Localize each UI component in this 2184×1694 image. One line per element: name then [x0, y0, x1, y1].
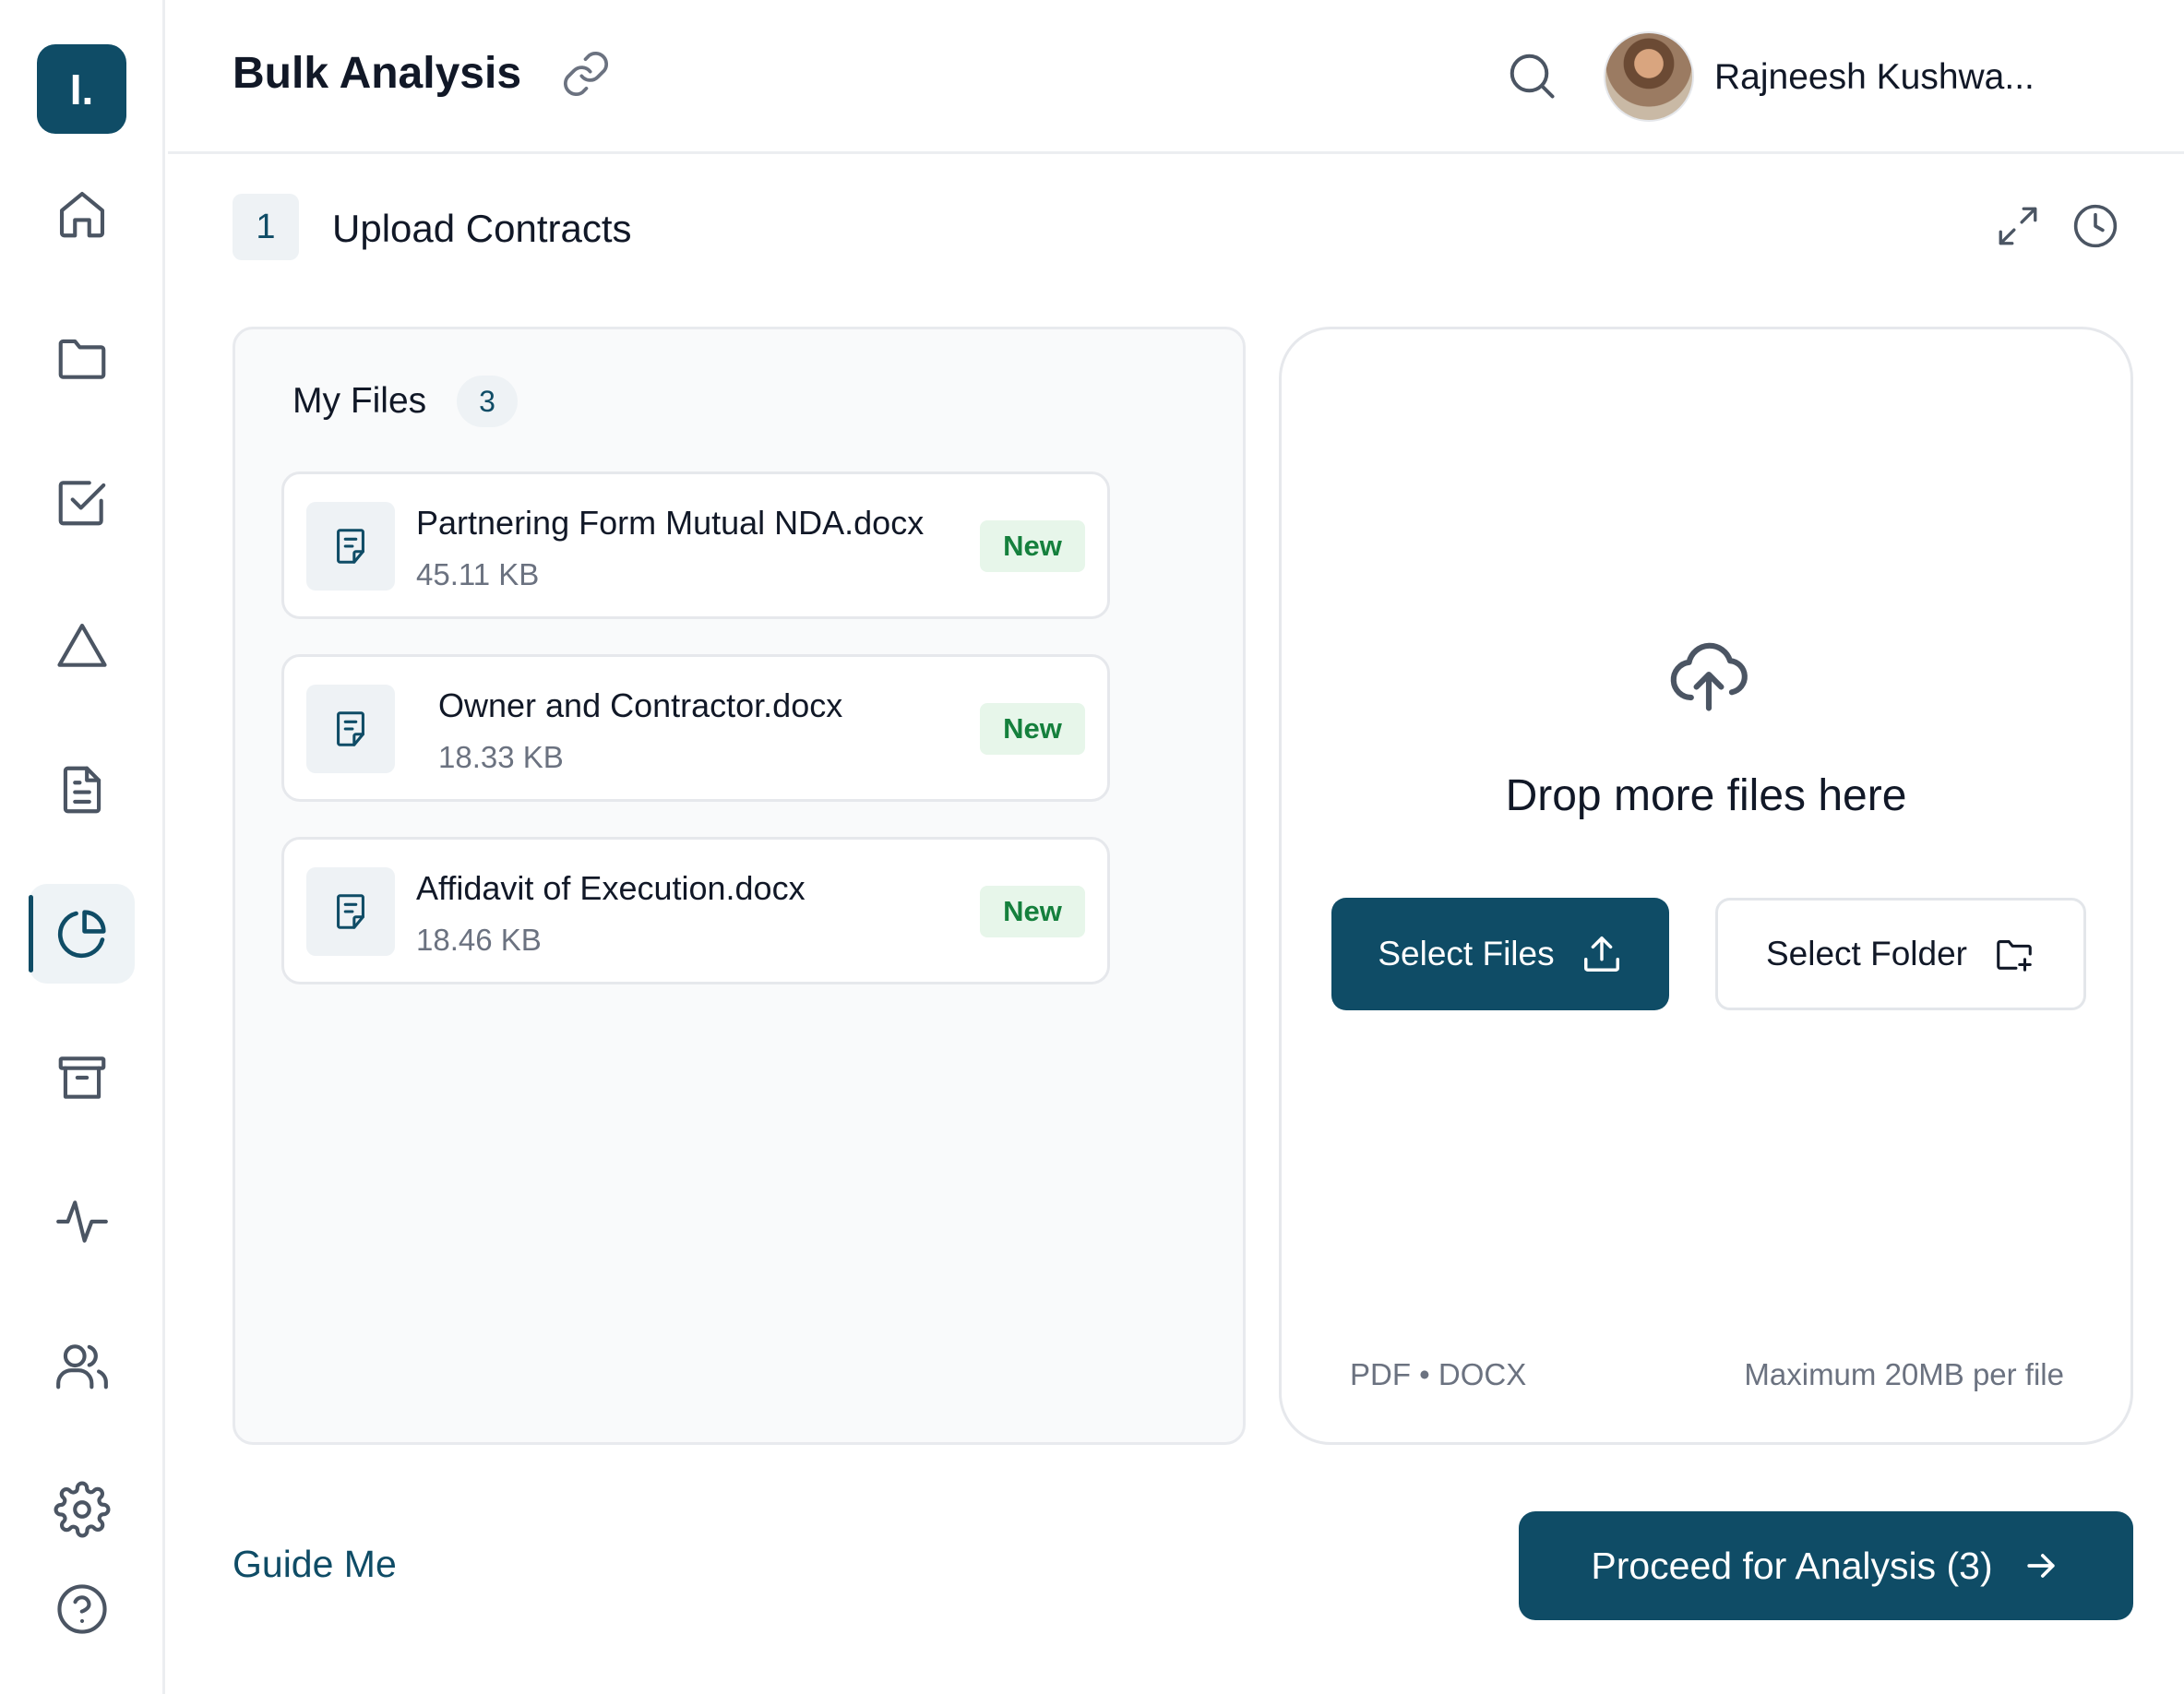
pie-chart-icon: [57, 910, 106, 959]
select-folder-label: Select Folder: [1766, 935, 1967, 972]
proceed-analysis-button[interactable]: Proceed for Analysis (3): [1519, 1511, 2133, 1620]
file-card[interactable]: Owner and Contractor.docx 18.33 KB New: [281, 654, 1110, 802]
sidebar-item-activity[interactable]: [29, 1172, 135, 1271]
cloud-upload-icon: [1670, 642, 1748, 711]
link-icon[interactable]: [560, 48, 612, 100]
file-size: 18.46 KB: [416, 923, 542, 957]
files-count-badge: 3: [457, 376, 518, 427]
guide-me-link[interactable]: Guide Me: [233, 1543, 397, 1586]
folder-icon: [58, 339, 105, 379]
select-files-label: Select Files: [1378, 935, 1555, 972]
file-drop-zone[interactable]: Drop more files here Select Files Select…: [1279, 327, 2133, 1445]
file-name: Owner and Contractor.docx: [438, 686, 843, 724]
select-files-button[interactable]: Select Files: [1331, 898, 1669, 1010]
file-card[interactable]: Affidavit of Execution.docx 18.46 KB New: [281, 837, 1110, 984]
triangle-icon: [56, 623, 107, 667]
step-number-badge: 1: [233, 194, 299, 260]
new-badge: New: [980, 886, 1085, 937]
checkbox-icon: [58, 481, 105, 526]
max-file-size: Maximum 20MB per file: [1744, 1357, 2064, 1391]
file-note-icon: [337, 894, 364, 929]
file-size: 45.11 KB: [416, 557, 540, 591]
sidebar-item-documents[interactable]: [29, 740, 135, 840]
new-badge: New: [980, 703, 1085, 755]
sidebar-item-archive[interactable]: [29, 1028, 135, 1127]
my-files-heading: My Files: [292, 381, 427, 421]
sidebar-item-tasks[interactable]: [29, 452, 135, 552]
arrow-right-icon: [2026, 1554, 2055, 1578]
activity-icon: [55, 1200, 108, 1243]
home-icon: [59, 191, 104, 238]
upload-icon: [1583, 936, 1619, 972]
clock-icon[interactable]: [2071, 201, 2120, 251]
help-icon: [56, 1584, 107, 1634]
user-name[interactable]: Rajneesh Kushwa...: [1714, 57, 2035, 98]
my-files-panel: My Files 3 Partnering Form Mutual NDA.do…: [233, 327, 1246, 1445]
select-folder-button[interactable]: Select Folder: [1715, 898, 2086, 1010]
file-name: Affidavit of Execution.docx: [416, 869, 806, 907]
users-icon: [55, 1344, 108, 1390]
page-title: Bulk Analysis: [233, 49, 522, 98]
file-name: Partnering Form Mutual NDA.docx: [416, 504, 925, 542]
sidebar-item-folders[interactable]: [29, 308, 135, 408]
step-title: Upload Contracts: [332, 207, 632, 250]
sidebar-item-help[interactable]: [29, 1559, 135, 1659]
sidebar-item-bulk-analysis[interactable]: [29, 884, 135, 984]
file-note-icon: [337, 711, 364, 746]
file-size: 18.33 KB: [438, 740, 564, 774]
expand-icon[interactable]: [1995, 203, 2041, 249]
file-card[interactable]: Partnering Form Mutual NDA.docx 45.11 KB…: [281, 471, 1110, 619]
archive-icon: [58, 1056, 105, 1099]
folder-plus-icon: [1997, 940, 2032, 972]
sidebar-item-users[interactable]: [29, 1316, 135, 1415]
drop-files-text: Drop more files here: [1505, 771, 1907, 820]
top-header: Bulk Analysis Rajneesh Kushwa...: [168, 0, 2184, 154]
sidebar-item-alerts[interactable]: [29, 596, 135, 696]
proceed-label: Proceed for Analysis (3): [1591, 1544, 1993, 1587]
sidebar-item-home[interactable]: [29, 164, 135, 264]
gear-icon: [54, 1481, 110, 1538]
file-note-icon: [337, 529, 364, 564]
avatar[interactable]: [1604, 31, 1694, 122]
accepted-formats: PDF • DOCX: [1350, 1357, 1527, 1391]
document-icon: [63, 766, 101, 814]
sidebar-item-settings[interactable]: [29, 1460, 135, 1559]
new-badge: New: [980, 520, 1085, 572]
search-icon[interactable]: [1504, 48, 1559, 103]
sidebar: I.: [0, 0, 165, 1694]
app-logo[interactable]: I.: [37, 44, 126, 134]
